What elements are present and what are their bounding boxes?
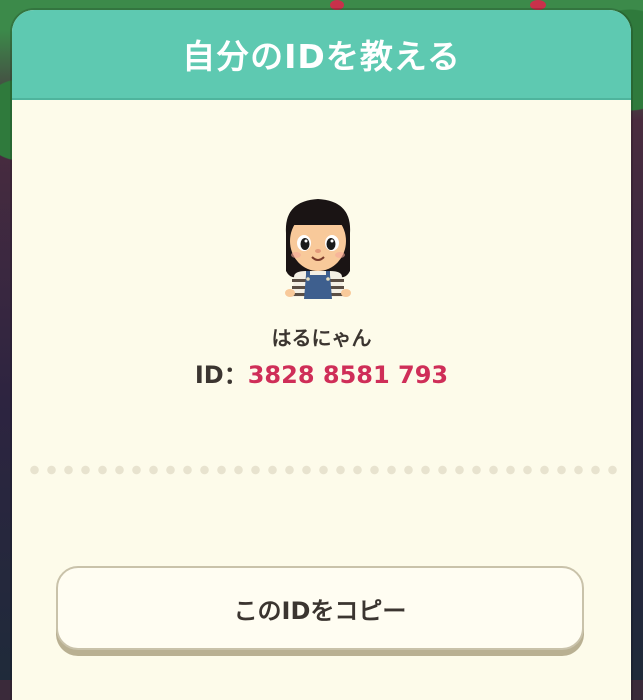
share-id-dialog: 自分のIDを教える はるにゃん ID：3828 8581 793 このIDをコピ… (12, 10, 631, 700)
avatar (276, 193, 360, 303)
copy-id-button-label: このIDをコピー (233, 596, 407, 625)
dialog-header: 自分のIDを教える (12, 10, 631, 100)
id-label: ID： (194, 361, 248, 389)
player-id-line: ID：3828 8581 793 (12, 355, 631, 390)
player-name: はるにゃん (271, 326, 372, 350)
dialog-title: 自分のIDを教える (182, 37, 461, 76)
dotted-divider (26, 465, 617, 475)
copy-id-button[interactable]: このIDをコピー (56, 566, 584, 650)
id-value: 3828 8581 793 (247, 361, 449, 389)
